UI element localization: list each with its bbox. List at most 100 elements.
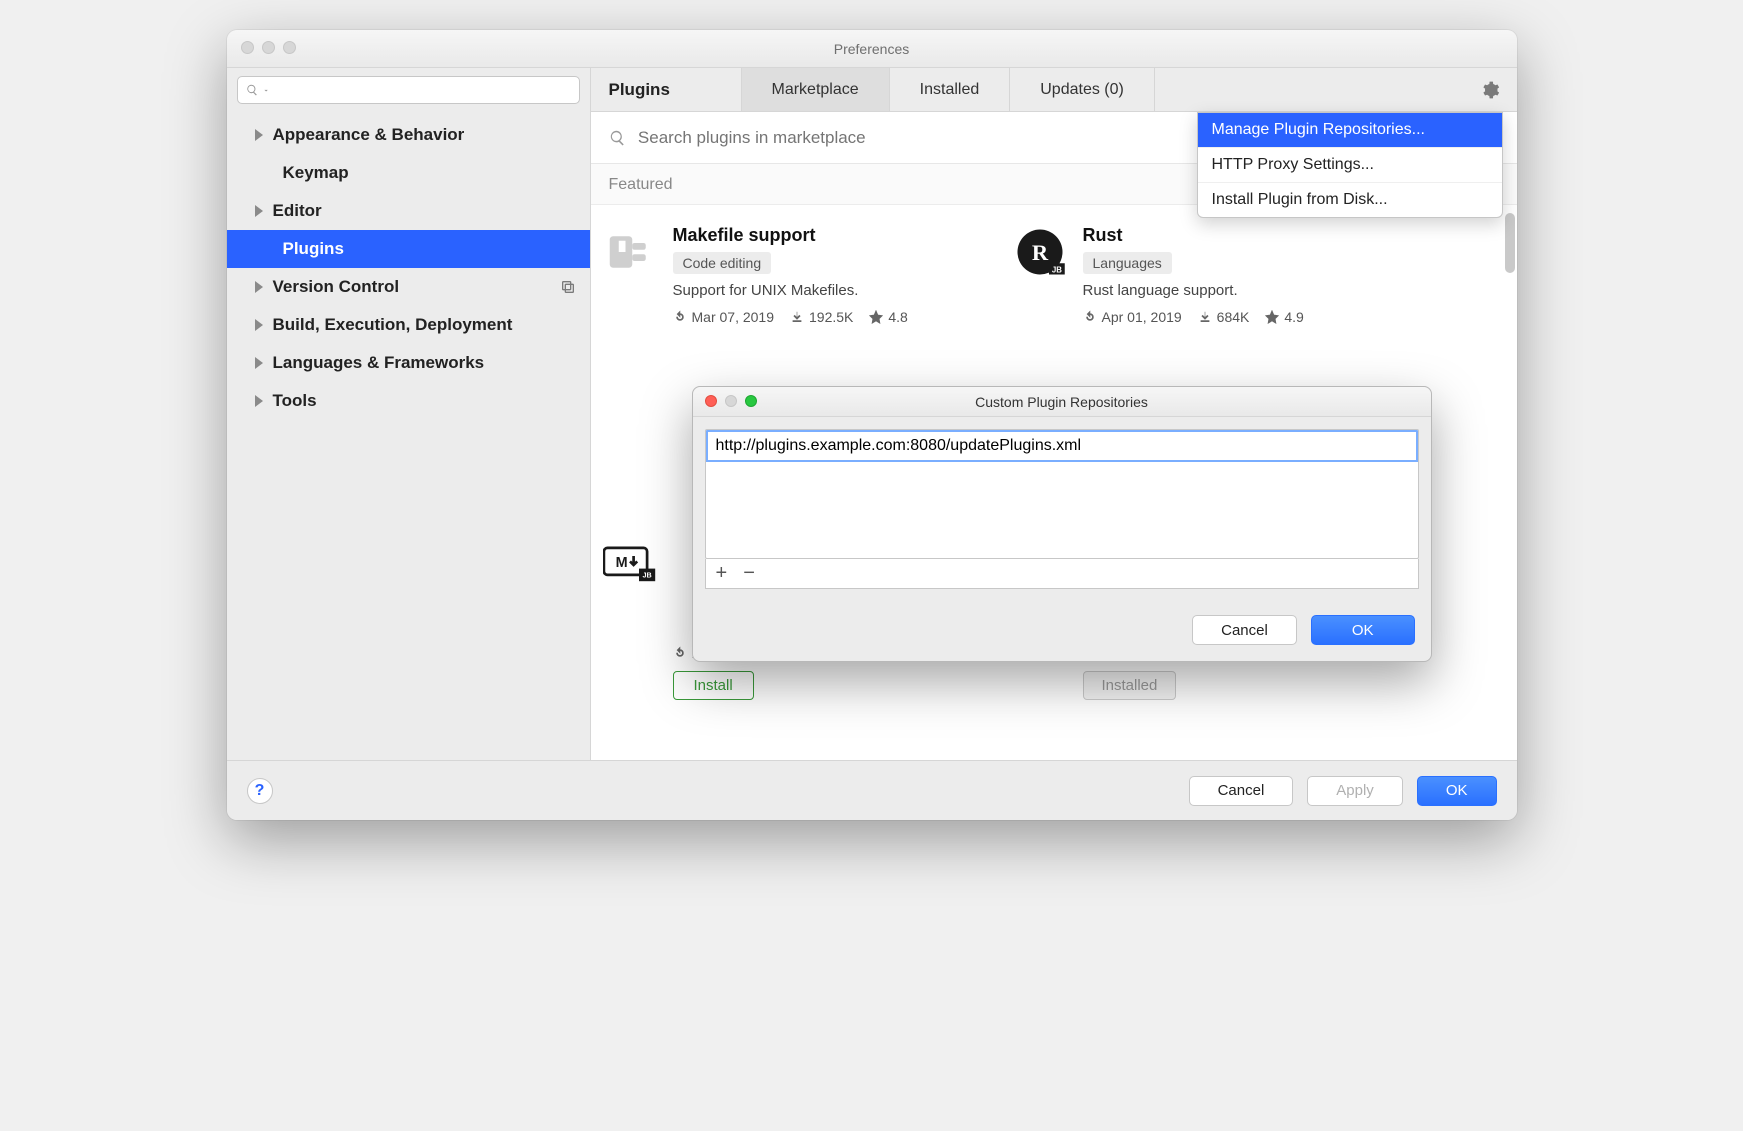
help-button[interactable]: ? xyxy=(247,778,273,804)
sidebar-item-label: Plugins xyxy=(283,239,344,259)
plugin-icon: RJB xyxy=(1011,225,1069,283)
tab-marketplace[interactable]: Marketplace xyxy=(741,68,889,111)
plugin-date: Mar 07, 2019 xyxy=(692,309,775,325)
tab-installed[interactable]: Installed xyxy=(889,68,1010,111)
install-button[interactable]: Install xyxy=(673,671,754,700)
sidebar-tree: Appearance & Behavior Keymap Editor Plug… xyxy=(227,110,590,420)
close-icon[interactable] xyxy=(705,395,717,407)
preferences-window: Preferences Appearance & Behavior Keymap xyxy=(227,30,1517,820)
sidebar-item-build[interactable]: Build, Execution, Deployment xyxy=(227,306,590,344)
ok-button[interactable]: OK xyxy=(1417,776,1497,806)
sidebar-item-vcs[interactable]: Version Control xyxy=(227,268,590,306)
traffic-lights xyxy=(705,395,757,407)
search-icon xyxy=(246,83,259,97)
card-body: Rust Languages Rust language support. Ap… xyxy=(1083,225,1401,325)
menu-http-proxy[interactable]: HTTP Proxy Settings... xyxy=(1198,148,1502,183)
repo-url-list xyxy=(705,429,1419,559)
chevron-down-icon xyxy=(262,86,270,95)
scrollbar[interactable] xyxy=(1505,213,1515,273)
sidebar-item-plugins[interactable]: Plugins xyxy=(227,230,590,268)
sidebar-search-input[interactable] xyxy=(274,83,570,98)
sidebar-item-label: Appearance & Behavior xyxy=(273,125,465,145)
plugin-desc: Rust language support. xyxy=(1083,282,1401,299)
installed-button: Installed xyxy=(1083,671,1177,700)
plugin-rating: 4.9 xyxy=(1284,309,1303,325)
plugin-name: Makefile support xyxy=(673,225,991,246)
sidebar-search-wrap xyxy=(227,68,590,110)
apply-button[interactable]: Apply xyxy=(1307,776,1403,806)
close-icon[interactable] xyxy=(241,41,254,54)
plugin-downloads: 192.5K xyxy=(809,309,853,325)
plugin-desc: Support for UNIX Makefiles. xyxy=(673,282,991,299)
gear-dropdown: Manage Plugin Repositories... HTTP Proxy… xyxy=(1197,112,1503,218)
minimize-icon[interactable] xyxy=(262,41,275,54)
plugin-meta: Mar 07, 2019 192.5K 4.8 xyxy=(673,309,991,325)
refresh-icon xyxy=(1083,310,1097,324)
chevron-right-icon xyxy=(255,281,263,293)
sidebar-item-label: Editor xyxy=(273,201,322,221)
zoom-icon[interactable] xyxy=(745,395,757,407)
sidebar-item-keymap[interactable]: Keymap xyxy=(227,154,590,192)
dialog-body: + − xyxy=(693,417,1431,601)
tabs-row: Plugins Marketplace Installed Updates (0… xyxy=(591,68,1517,112)
sidebar-item-tools[interactable]: Tools xyxy=(227,382,590,420)
svg-text:JB: JB xyxy=(1051,265,1061,274)
sidebar-item-languages[interactable]: Languages & Frameworks xyxy=(227,344,590,382)
plugin-downloads: 684K xyxy=(1217,309,1250,325)
plugin-date: Apr 01, 2019 xyxy=(1102,309,1182,325)
traffic-lights xyxy=(241,41,296,54)
plugin-tag: Code editing xyxy=(673,252,772,274)
chevron-right-icon xyxy=(255,129,263,141)
page-title: Plugins xyxy=(591,68,741,111)
repo-url-input[interactable] xyxy=(706,430,1418,462)
sidebar-item-label: Tools xyxy=(273,391,317,411)
dialog-cancel-button[interactable]: Cancel xyxy=(1192,615,1297,645)
star-icon xyxy=(869,310,883,324)
dialog-footer: Cancel OK xyxy=(693,601,1431,661)
dialog-titlebar: Custom Plugin Repositories xyxy=(693,387,1431,417)
add-button[interactable]: + xyxy=(716,562,728,585)
star-icon xyxy=(1265,310,1279,324)
window-title: Preferences xyxy=(834,41,909,57)
plugin-icon: M JB xyxy=(601,545,659,603)
plugin-card-makefile[interactable]: Makefile support Code editing Support fo… xyxy=(601,225,991,325)
custom-repos-dialog: Custom Plugin Repositories + − Cancel OK xyxy=(692,386,1432,662)
plugin-tag: Languages xyxy=(1083,252,1172,274)
search-icon xyxy=(609,129,626,147)
download-icon xyxy=(790,310,804,324)
menu-install-from-disk[interactable]: Install Plugin from Disk... xyxy=(1198,183,1502,217)
gear-button[interactable] xyxy=(1463,68,1517,111)
tab-updates[interactable]: Updates (0) xyxy=(1009,68,1155,111)
gear-icon xyxy=(1480,80,1500,100)
minimize-icon[interactable] xyxy=(725,395,737,407)
chevron-right-icon xyxy=(255,319,263,331)
svg-text:R: R xyxy=(1031,240,1048,265)
sidebar: Appearance & Behavior Keymap Editor Plug… xyxy=(227,68,591,760)
dialog-ok-button[interactable]: OK xyxy=(1311,615,1415,645)
footer: ? Cancel Apply OK xyxy=(227,760,1517,820)
zoom-icon[interactable] xyxy=(283,41,296,54)
cancel-button[interactable]: Cancel xyxy=(1189,776,1294,806)
card-body: Makefile support Code editing Support fo… xyxy=(673,225,991,325)
svg-text:JB: JB xyxy=(642,571,651,580)
svg-text:M: M xyxy=(615,555,627,571)
chevron-right-icon xyxy=(255,357,263,369)
sidebar-item-editor[interactable]: Editor xyxy=(227,192,590,230)
remove-button[interactable]: − xyxy=(743,562,755,585)
refresh-icon xyxy=(673,646,687,660)
titlebar: Preferences xyxy=(227,30,1517,68)
chevron-right-icon xyxy=(255,395,263,407)
dialog-title: Custom Plugin Repositories xyxy=(975,394,1148,410)
sidebar-item-label: Version Control xyxy=(273,277,400,297)
plugin-card-rust[interactable]: RJB Rust Languages Rust language support… xyxy=(1011,225,1401,325)
download-icon xyxy=(1198,310,1212,324)
sidebar-item-label: Keymap xyxy=(283,163,349,183)
sidebar-item-label: Languages & Frameworks xyxy=(273,353,485,373)
repo-list-toolbar: + − xyxy=(705,559,1419,589)
plugin-rating: 4.8 xyxy=(888,309,907,325)
sidebar-search[interactable] xyxy=(237,76,580,104)
sidebar-item-appearance[interactable]: Appearance & Behavior xyxy=(227,116,590,154)
refresh-icon xyxy=(673,310,687,324)
menu-manage-repos[interactable]: Manage Plugin Repositories... xyxy=(1198,113,1502,148)
plugin-icon xyxy=(601,225,659,283)
